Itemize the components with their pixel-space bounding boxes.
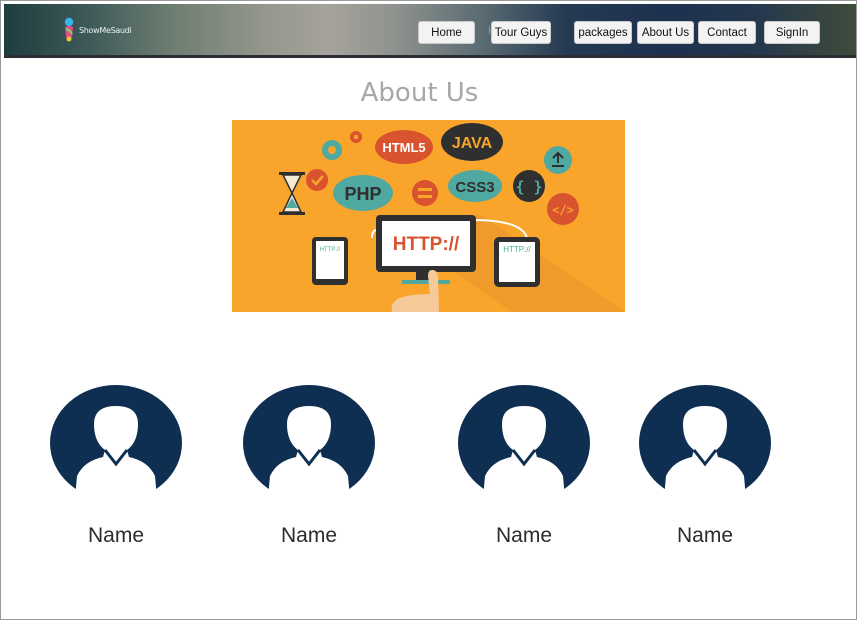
http-main-label: HTTP:// (393, 234, 460, 255)
nav-contact-button[interactable]: Contact (698, 21, 756, 44)
http-right-label: HTTP:// (503, 245, 531, 254)
team-member-card: Name (638, 384, 772, 547)
user-avatar-icon (458, 385, 590, 503)
logo-icon (64, 17, 74, 42)
nav-about-us-button[interactable]: About Us (637, 21, 694, 44)
logo-text: ShowMeSaudi (79, 25, 132, 35)
html5-label: HTML5 (382, 140, 425, 155)
team-member-card: Name (457, 384, 591, 547)
nav-signin-button[interactable]: SignIn (764, 21, 820, 44)
team-member-card: Name (49, 384, 183, 547)
nav-home-button[interactable]: Home (418, 21, 475, 44)
user-avatar-icon (50, 385, 182, 503)
upload-icon (544, 146, 572, 174)
user-avatar-icon (243, 385, 375, 503)
braces-label: { } (515, 178, 542, 196)
user-avatar-icon (639, 385, 771, 503)
css3-label: CSS3 (455, 179, 494, 196)
nav-packages-button[interactable]: packages (574, 21, 632, 44)
browser-viewport: ShowMeSaudi H Home Tour Guys packages Ab… (0, 0, 857, 620)
team-member-name: Name (495, 524, 553, 547)
java-label: JAVA (452, 135, 493, 152)
nav-tour-guys-button[interactable]: Tour Guys (491, 21, 551, 44)
team-member-name: Name (280, 524, 338, 547)
code-label: </> (552, 203, 574, 217)
site-logo[interactable]: ShowMeSaudi (62, 16, 132, 44)
php-label: PHP (344, 184, 381, 204)
team-member-name: Name (87, 524, 145, 547)
team-member-name: Name (676, 524, 734, 547)
http-left-label: HTTP:// (320, 247, 341, 253)
hero-illustration: HTML5 JAVA PHP CSS3 { } </> HTTP:// HTTP… (232, 120, 625, 312)
page-title: About Us (360, 78, 479, 108)
team-member-card: Name (242, 384, 376, 547)
site-header: ShowMeSaudi H Home Tour Guys packages Ab… (4, 4, 856, 58)
